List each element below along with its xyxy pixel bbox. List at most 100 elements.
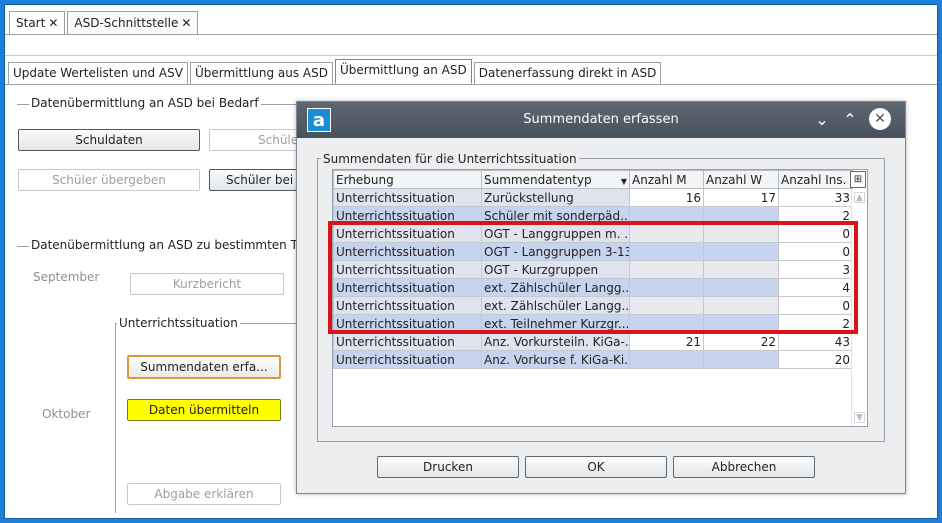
table-row[interactable]: Unterrichtssituation ext. Zählschüler La… — [333, 296, 853, 315]
close-icon[interactable]: ✕ — [869, 108, 891, 130]
cell-summendatentyp[interactable]: ext. Zählschüler Langg... — [481, 278, 630, 297]
cell-anzahl-ins[interactable]: 0 — [778, 296, 853, 315]
tab-asd-schnittstelle[interactable]: ASD-Schnittstelle ✕ — [67, 11, 199, 34]
tab-update-wertelisten[interactable]: Update Wertelisten und ASV — [8, 62, 188, 84]
chevron-up-icon[interactable]: ⌃ — [839, 108, 861, 130]
cell-anzahl-ins[interactable]: 4 — [778, 278, 853, 297]
cell-summendatentyp[interactable]: OGT - Langgruppen m. ... — [481, 224, 630, 243]
cell-anzahl-ins[interactable]: 2 — [778, 314, 853, 333]
schueler-uebergeben-button[interactable]: Schüler übergeben — [18, 169, 200, 191]
abgabe-erklaeren-button[interactable]: Abgabe erklären — [127, 483, 281, 505]
cell-erhebung[interactable]: Unterrichtssituation — [333, 188, 482, 207]
tab-datenerfassung[interactable]: Datenerfassung direkt in ASD — [473, 62, 662, 84]
tab-uebermittlung-an-asd[interactable]: Übermittlung an ASD — [334, 59, 472, 84]
cell-summendatentyp[interactable]: OGT - Langgruppen 3-13 — [481, 242, 630, 261]
cell-anzahl-m[interactable] — [629, 278, 704, 297]
cell-anzahl-m[interactable] — [629, 242, 704, 261]
close-icon[interactable]: ✕ — [181, 16, 191, 30]
cell-anzahl-m[interactable] — [629, 296, 704, 315]
cell-anzahl-w[interactable]: 22 — [703, 332, 779, 351]
section-title-bedarf: Datenübermittlung an ASD bei Bedarf — [29, 96, 261, 110]
tab-uebermittlung-aus-asd[interactable]: Übermittlung aus ASD — [189, 62, 333, 84]
schuldaten-button[interactable]: Schuldaten — [18, 129, 200, 151]
cell-anzahl-w[interactable]: 17 — [703, 188, 779, 207]
column-header-summendatentyp[interactable]: Summendatentyp ▼ — [481, 170, 630, 189]
table-row[interactable]: Unterrichtssituation OGT - Langgruppen m… — [333, 224, 853, 243]
cell-summendatentyp[interactable]: Anz. Vorkursteiln. KiGa-... — [481, 332, 630, 351]
abbrechen-button[interactable]: Abbrechen — [673, 456, 815, 478]
chevron-down-icon[interactable]: ⌄ — [811, 108, 833, 130]
cell-anzahl-ins[interactable]: 3 — [778, 260, 853, 279]
scroll-up-icon[interactable]: ▲ — [854, 192, 865, 203]
cell-anzahl-m[interactable]: 21 — [629, 332, 704, 351]
cell-anzahl-ins[interactable]: 0 — [778, 224, 853, 243]
kurzbericht-button[interactable]: Kurzbericht — [130, 273, 284, 295]
cell-summendatentyp[interactable]: OGT - Kurzgruppen — [481, 260, 630, 279]
september-label: September — [33, 270, 100, 284]
vertical-scrollbar[interactable]: ▲ ▼ — [851, 189, 867, 426]
table-row[interactable]: Unterrichtssituation Zurückstellung 16 1… — [333, 188, 853, 207]
scroll-down-icon[interactable]: ▼ — [854, 412, 865, 423]
cell-anzahl-ins[interactable]: 20 — [778, 350, 853, 369]
cell-anzahl-m[interactable] — [629, 206, 704, 225]
cell-anzahl-ins[interactable]: 0 — [778, 242, 853, 261]
cell-anzahl-w[interactable] — [703, 206, 779, 225]
table-row[interactable]: Unterrichtssituation Anz. Vorkursteiln. … — [333, 332, 853, 351]
table-row[interactable]: Unterrichtssituation ext. Teilnehmer Kur… — [333, 314, 853, 333]
cell-erhebung[interactable]: Unterrichtssituation — [333, 350, 482, 369]
ok-button[interactable]: OK — [525, 456, 667, 478]
cell-anzahl-w[interactable] — [703, 278, 779, 297]
cell-summendatentyp[interactable]: Zurückstellung — [481, 188, 630, 207]
cell-anzahl-m[interactable] — [629, 314, 704, 333]
table-row[interactable]: Unterrichtssituation Anz. Vorkurse f. Ki… — [333, 350, 853, 369]
column-chooser-icon[interactable]: ⊞ — [850, 171, 866, 188]
cell-erhebung[interactable]: Unterrichtssituation — [333, 314, 482, 333]
cell-anzahl-ins[interactable]: 43 — [778, 332, 853, 351]
cell-erhebung[interactable]: Unterrichtssituation — [333, 278, 482, 297]
cell-anzahl-ins[interactable]: 33 — [778, 188, 853, 207]
table-row[interactable]: Unterrichtssituation Schüler mit sonderp… — [333, 206, 853, 225]
table-row[interactable]: Unterrichtssituation OGT - Kurzgruppen 3 — [333, 260, 853, 279]
summendaten-erfassen-button[interactable]: Summendaten erfa... — [127, 355, 281, 379]
dialog-titlebar[interactable]: a Summendaten erfassen ⌄ ⌃ ✕ — [297, 102, 905, 138]
cell-anzahl-m[interactable] — [629, 260, 704, 279]
table-row[interactable]: Unterrichtssituation ext. Zählschüler La… — [333, 278, 853, 297]
table-row[interactable]: Unterrichtssituation OGT - Langgruppen 3… — [333, 242, 853, 261]
cell-anzahl-w[interactable] — [703, 314, 779, 333]
close-icon[interactable]: ✕ — [48, 16, 58, 30]
schueler-bei-asd-button[interactable]: Schüler bei A — [209, 169, 309, 191]
cell-erhebung[interactable]: Unterrichtssituation — [333, 242, 482, 261]
cell-anzahl-w[interactable] — [703, 224, 779, 243]
table-header-row: Erhebung Summendatentyp ▼ Anzahl M Anzahl… — [333, 170, 853, 189]
cell-anzahl-w[interactable] — [703, 350, 779, 369]
cell-erhebung[interactable]: Unterrichtssituation — [333, 260, 482, 279]
sub-tab-bar: Update Wertelisten und ASV Übermittlung … — [8, 59, 662, 84]
column-header-anzahl-m[interactable]: Anzahl M — [629, 170, 704, 189]
drucken-button[interactable]: Drucken — [377, 456, 519, 478]
column-header-anzahl-w[interactable]: Anzahl W — [703, 170, 779, 189]
group-title-summendaten: Summendaten für die Unterrichtssituation — [321, 152, 579, 166]
cell-summendatentyp[interactable]: Anz. Vorkurse f. KiGa-Ki... — [481, 350, 630, 369]
cell-summendatentyp[interactable]: ext. Zählschüler Langg... — [481, 296, 630, 315]
tab-start[interactable]: Start ✕ — [9, 11, 66, 34]
cell-summendatentyp[interactable]: Schüler mit sonderpäd.... — [481, 206, 630, 225]
oktober-label: Oktober — [42, 407, 91, 421]
tab-start-label: Start — [16, 16, 46, 30]
cell-erhebung[interactable]: Unterrichtssituation — [333, 296, 482, 315]
cell-anzahl-w[interactable] — [703, 296, 779, 315]
column-header-summendatentyp-label: Summendatentyp — [484, 172, 592, 187]
column-header-erhebung[interactable]: Erhebung — [333, 170, 482, 189]
daten-uebermitteln-button[interactable]: Daten übermitteln — [127, 399, 281, 421]
cell-erhebung[interactable]: Unterrichtssituation — [333, 224, 482, 243]
cell-summendatentyp[interactable]: ext. Teilnehmer Kurzgr.... — [481, 314, 630, 333]
cell-anzahl-ins[interactable]: 2 — [778, 206, 853, 225]
schueler-button[interactable]: Schüle — [209, 129, 309, 151]
cell-erhebung[interactable]: Unterrichtssituation — [333, 206, 482, 225]
cell-anzahl-m[interactable] — [629, 350, 704, 369]
cell-erhebung[interactable]: Unterrichtssituation — [333, 332, 482, 351]
cell-anzahl-m[interactable]: 16 — [629, 188, 704, 207]
column-header-anzahl-ins[interactable]: Anzahl Ins. — [778, 170, 853, 189]
cell-anzahl-w[interactable] — [703, 260, 779, 279]
cell-anzahl-w[interactable] — [703, 242, 779, 261]
cell-anzahl-m[interactable] — [629, 224, 704, 243]
